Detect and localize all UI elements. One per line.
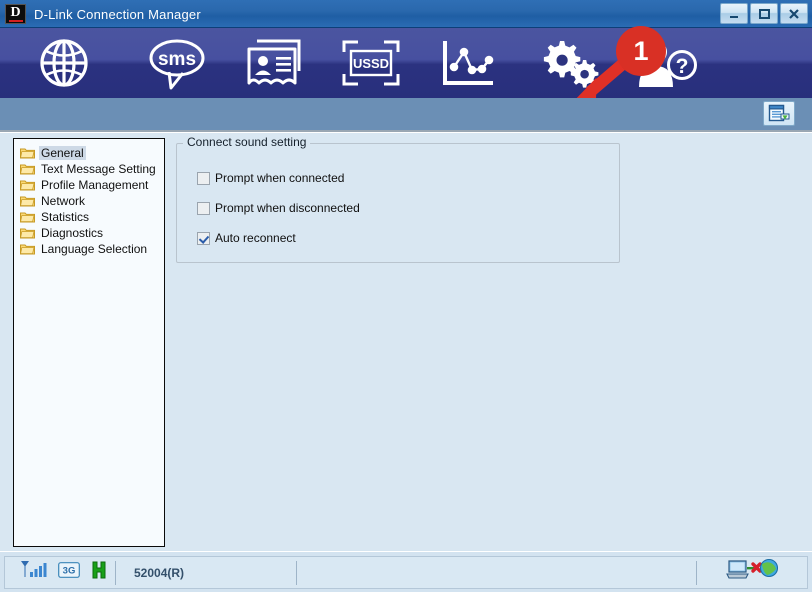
toolbar-button-phonebook[interactable] bbox=[226, 28, 322, 98]
checkbox-label: Auto reconnect bbox=[215, 231, 296, 245]
checkbox-prompt-when-disconnected[interactable] bbox=[197, 202, 210, 215]
connect-sound-setting-group: Connect sound setting Prompt when connec… bbox=[176, 143, 620, 263]
hspa-icon bbox=[91, 561, 107, 584]
status-operator: 52004(R) bbox=[116, 557, 296, 588]
toolbar-button-settings[interactable] bbox=[516, 28, 620, 98]
checkbox-label: Prompt when connected bbox=[215, 171, 344, 185]
settings-tree[interactable]: General Text Message Setting bbox=[13, 138, 165, 547]
maximize-button[interactable] bbox=[750, 3, 778, 24]
minimize-button[interactable] bbox=[720, 3, 748, 24]
toolbar-icon-row: sms bbox=[0, 28, 812, 98]
tree-item-text-message-setting[interactable]: Text Message Setting bbox=[14, 161, 164, 177]
folder-icon bbox=[20, 243, 35, 255]
title-bar-left: D D-Link Connection Manager bbox=[0, 0, 201, 28]
logo-letter: D bbox=[10, 6, 20, 19]
folder-icon bbox=[20, 227, 35, 239]
toolbar-button-sms[interactable]: sms bbox=[128, 28, 226, 98]
checkbox-row-auto-reconnect[interactable]: Auto reconnect bbox=[197, 231, 296, 245]
status-signal-group: 3G bbox=[5, 557, 115, 588]
tree-item-label: Text Message Setting bbox=[39, 162, 158, 176]
folder-icon bbox=[20, 147, 35, 159]
status-bar-inner: 3G 52004(R) bbox=[4, 556, 808, 589]
sms-bubble-icon: sms bbox=[147, 36, 207, 90]
logo-underline bbox=[9, 20, 23, 22]
folder-icon bbox=[20, 163, 35, 175]
status-connection-cell[interactable] bbox=[697, 557, 807, 588]
status-message-area bbox=[297, 557, 696, 588]
line-chart-icon bbox=[439, 38, 497, 88]
network-type-badge: 3G bbox=[58, 562, 80, 583]
toolbar-button-connection[interactable] bbox=[0, 28, 128, 98]
app-window: D D-Link Connection Manager bbox=[0, 0, 812, 592]
tree-item-label: Language Selection bbox=[39, 242, 149, 256]
status-bar: 3G 52004(R) bbox=[0, 551, 812, 592]
window-controls bbox=[720, 3, 808, 24]
title-bar: D D-Link Connection Manager bbox=[0, 0, 812, 28]
content-area: General Text Message Setting bbox=[0, 132, 812, 550]
folder-icon bbox=[20, 179, 35, 191]
toolbar-button-statistics[interactable] bbox=[420, 28, 516, 98]
tree-item-label: Statistics bbox=[39, 210, 91, 224]
svg-text:USSD: USSD bbox=[353, 56, 389, 71]
globe-icon bbox=[38, 37, 90, 89]
checkbox-prompt-when-connected[interactable] bbox=[197, 172, 210, 185]
dlink-logo-icon: D bbox=[5, 4, 26, 24]
disconnected-network-icon bbox=[726, 557, 778, 588]
gears-icon bbox=[537, 36, 599, 90]
tree-item-diagnostics[interactable]: Diagnostics bbox=[14, 225, 164, 241]
tree-item-label: General bbox=[39, 146, 86, 160]
window-title: D-Link Connection Manager bbox=[34, 7, 201, 22]
tree-item-general[interactable]: General bbox=[14, 145, 164, 161]
close-button[interactable] bbox=[780, 3, 808, 24]
group-title: Connect sound setting bbox=[183, 135, 310, 149]
svg-text:3G: 3G bbox=[63, 566, 76, 577]
signal-bars-icon bbox=[19, 560, 47, 585]
tree-item-language-selection[interactable]: Language Selection bbox=[14, 241, 164, 257]
main-toolbar: sms bbox=[0, 28, 812, 98]
svg-text:?: ? bbox=[676, 55, 689, 78]
checkbox-auto-reconnect[interactable] bbox=[197, 232, 210, 245]
toolbar-sub-band bbox=[0, 98, 812, 132]
checkbox-label: Prompt when disconnected bbox=[215, 201, 360, 215]
svg-text:sms: sms bbox=[158, 49, 196, 70]
folder-icon bbox=[20, 211, 35, 223]
tree-item-statistics[interactable]: Statistics bbox=[14, 209, 164, 225]
checkbox-row-prompt-when-disconnected[interactable]: Prompt when disconnected bbox=[197, 201, 360, 215]
tree-item-network[interactable]: Network bbox=[14, 193, 164, 209]
checkbox-row-prompt-when-connected[interactable]: Prompt when connected bbox=[197, 171, 344, 185]
tree-item-label: Network bbox=[39, 194, 87, 208]
toolbar-button-ussd[interactable]: USSD bbox=[322, 28, 420, 98]
annotation-badge: 1 bbox=[616, 26, 666, 76]
tree-item-profile-management[interactable]: Profile Management bbox=[14, 177, 164, 193]
settings-pane: Connect sound setting Prompt when connec… bbox=[176, 138, 800, 547]
folder-icon bbox=[20, 195, 35, 207]
contact-card-icon bbox=[245, 37, 303, 89]
tree-item-label: Profile Management bbox=[39, 178, 150, 192]
ussd-icon: USSD bbox=[340, 38, 402, 88]
restore-window-icon[interactable] bbox=[763, 101, 795, 126]
tree-item-label: Diagnostics bbox=[39, 226, 105, 240]
